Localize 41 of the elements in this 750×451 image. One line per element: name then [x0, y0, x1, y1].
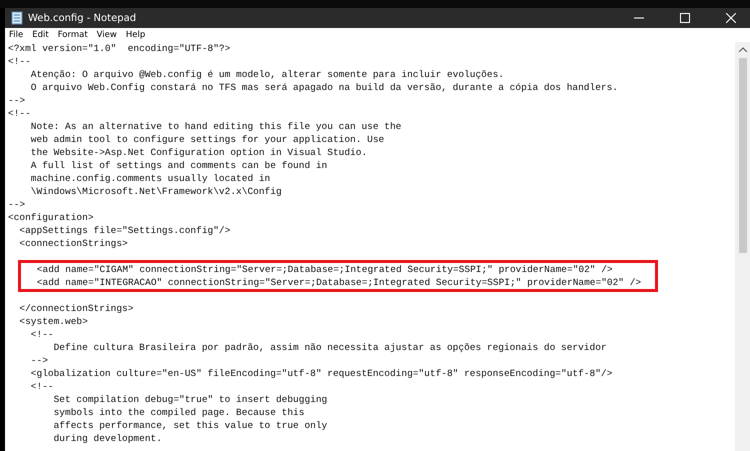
scrollbar[interactable] [735, 42, 750, 451]
menu-item[interactable]: Edit [32, 30, 49, 40]
code-line: <!-- [30, 380, 55, 393]
code-line: <?xml version="1.0" encoding="UTF-8"?> [8, 42, 232, 55]
code-line: --> [8, 198, 26, 211]
code-line: the Website->Asp.Net Configuration option in Visual Studio. [30, 146, 368, 159]
menu-item[interactable]: File [9, 30, 24, 40]
menu-item[interactable]: Format [58, 30, 88, 40]
code-line: O arquivo Web.Config constará no TFS mas será apagado na build da versão, durante a cópia dos handlers. [30, 81, 619, 94]
code-line: <connectionStrings> [18, 237, 129, 250]
code-line: --> [30, 354, 49, 367]
scrollbar-thumb[interactable] [738, 58, 746, 253]
code-line: Define cultura Brasileira por padrão, assim não necessita ajustar as opções regionais do servidor [52, 341, 608, 354]
menu-item[interactable]: View [96, 30, 117, 40]
code-line: A full list of settings and comments can be found in [30, 159, 328, 172]
code-line: <!-- [8, 107, 32, 120]
code-line: --> [8, 94, 26, 107]
code-line: Atenção: O arquivo @Web.config é um modelo, alterar somente para incluir evoluções. [30, 68, 505, 81]
window-title: Web.config - Notepad [28, 12, 138, 24]
code-line: Note: As an alternative to hand editing this file you can use the [30, 120, 402, 133]
code-line: </connectionStrings> [18, 302, 134, 315]
code-line: affects performance, set this value to true only [52, 419, 328, 432]
code-line: <configuration> [8, 211, 95, 224]
code-line: symbols into the compiled page. Because this [52, 406, 306, 419]
code-line: <add name="INTEGRACAO" connectionString="Server=;Database=;Integrated Security=SSPI;" providerName="02" /> [36, 276, 642, 289]
close-icon[interactable] [726, 13, 736, 23]
code-line: <add name="CIGAM" connectionString="Server=;Database=;Integrated Security=SSPI;" providerName="02" /> [36, 263, 614, 276]
menu-item[interactable]: Help [126, 30, 146, 40]
code-line: web admin tool to configure settings for your application. Use [30, 133, 386, 146]
maximize-icon[interactable] [680, 13, 690, 23]
code-line: <appSettings file="Settings.config"/> [18, 224, 232, 237]
code-line: <!-- [30, 328, 55, 341]
code-line: <!-- [8, 55, 32, 68]
code-line: <system.web> [18, 315, 89, 328]
code-line: during development. [52, 432, 163, 445]
code-line: machine.config.comments usually located in [30, 172, 272, 185]
code-line: <globalization culture="en-US" fileEncoding="utf-8" requestEncoding="utf-8" responseEncoding="utf-8"/> [30, 367, 614, 380]
code-line: Set compilation debug="true" to insert debugging [52, 393, 328, 406]
code-line: \Windows\Microsoft.Net\Framework\v2.x\Config [30, 185, 283, 198]
scroll-up-icon[interactable] [738, 47, 746, 52]
notepad-icon [11, 11, 23, 25]
